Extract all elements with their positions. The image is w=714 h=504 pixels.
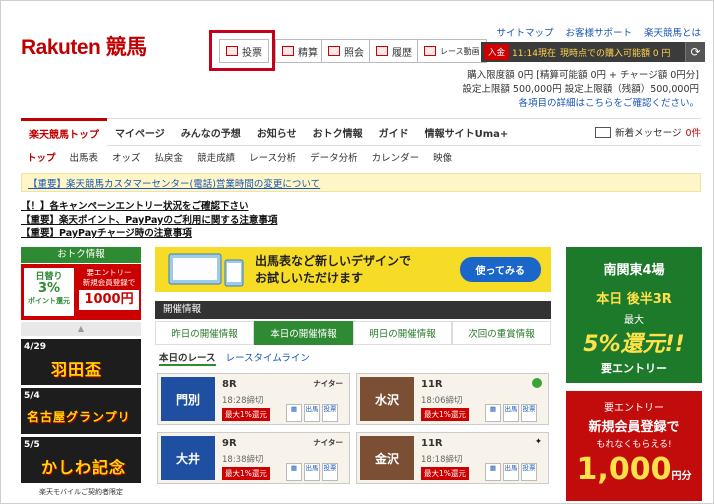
nav-mypage[interactable]: マイページ xyxy=(107,118,173,146)
subnav-calendar[interactable]: カレンダー xyxy=(372,150,420,164)
subnav-results[interactable]: 競走成績 xyxy=(197,150,235,164)
message-link[interactable]: 新着メッセージ 0件 xyxy=(595,125,701,139)
race-banner[interactable]: 4/29 羽田盃 xyxy=(21,339,141,385)
sitemap-link[interactable]: サイトマップ xyxy=(496,25,553,39)
nav-uma-plus[interactable]: 情報サイトUma+ xyxy=(417,118,517,146)
entries-link[interactable]: 出馬 xyxy=(503,404,519,422)
subnav-odds[interactable]: オッズ xyxy=(112,150,141,164)
limit-info: 購入限度額 0円 [精算可能額 0円 + チャージ額 0円分] xyxy=(467,70,699,81)
deposit-button[interactable]: 入金 xyxy=(484,44,510,60)
venue-logo-icon: ✦ xyxy=(534,437,542,447)
settle-icon xyxy=(282,46,294,56)
subnav-top[interactable]: トップ xyxy=(27,150,56,164)
history-button[interactable]: 履歴 xyxy=(369,39,419,63)
tab-today[interactable]: 本日の開催情報 xyxy=(254,321,353,345)
main-nav: 楽天競馬トップ マイページ みんなの予想 お知らせ おトク情報 ガイド 情報サイ… xyxy=(21,118,701,146)
doc-icon xyxy=(376,46,388,56)
important-notice[interactable]: 【重要】楽天競馬カスタマーセンター(電話)営業時間の変更について xyxy=(21,173,701,192)
racecard-icon[interactable]: ▦ xyxy=(286,404,302,422)
balance-bar: 入金 11:14現在 現時点での購入可能額 0 円 ⟳ xyxy=(481,42,705,62)
subnav-payouts[interactable]: 払戻金 xyxy=(155,150,184,164)
news-item[interactable]: 【重要】PayPayチャージ時の注意事項 xyxy=(21,227,277,241)
detail-link[interactable]: 各項目の詳細はこちらをご確認ください。 xyxy=(518,95,699,109)
about-link[interactable]: 楽天競馬とは xyxy=(644,25,701,39)
vote-button-highlight xyxy=(209,30,275,71)
race-card[interactable]: 金沢 11R 18:18締切 最大1%還元 ✦ ▦ 出馬 投票 xyxy=(356,432,549,484)
support-link[interactable]: お客様サポート xyxy=(565,25,632,39)
top-links: サイトマップ お客様サポート 楽天競馬とは xyxy=(496,25,701,39)
balance-time: 11:14現在 xyxy=(512,48,556,59)
subnav-video[interactable]: 映像 xyxy=(433,150,452,164)
minami-kanto-banner[interactable]: 南関東4場 本日 後半3R 最大 5%還元!! 要エントリー xyxy=(566,247,702,383)
news-list: 【！】各キャンペーンエントリー状況をご確認下さい 【重要】楽天ポイント、PayP… xyxy=(21,200,277,241)
video-icon xyxy=(424,46,436,56)
deals-heading: おトク情報 xyxy=(21,247,141,263)
page: Rakuten 競馬 サイトマップ お客様サポート 楽天競馬とは 投票 精算 照… xyxy=(0,0,714,504)
new-member-banner[interactable]: 要エントリー 新規会員登録で もれなくもらえる! 1,000円分 xyxy=(566,391,702,501)
tab-next-graded[interactable]: 次回の重賞情報 xyxy=(452,321,551,345)
news-item[interactable]: 【！】各キャンペーンエントリー状況をご確認下さい xyxy=(21,200,277,214)
rakuten-keiba-logo[interactable]: Rakuten 競馬 xyxy=(21,31,147,61)
subnav-entries[interactable]: 出馬表 xyxy=(70,150,99,164)
racecard-icon[interactable]: ▦ xyxy=(286,463,302,481)
race-banner[interactable]: 5/5 かしわ記念 xyxy=(21,437,141,483)
new-design-promo[interactable]: 出馬表など新しいデザインで お試しいただけます 使ってみる xyxy=(155,247,551,292)
race-info-tabs: 昨日の開催情報 本日の開催情報 明日の開催情報 次回の重賞情報 xyxy=(155,321,551,345)
subtab-today-races[interactable]: 本日のレース xyxy=(159,350,216,366)
racecard-icon[interactable]: ▦ xyxy=(485,404,501,422)
venue-logo-icon xyxy=(532,378,542,388)
balance-text: 現時点での購入可能額 0 円 xyxy=(559,48,671,59)
race-card[interactable]: 門別 8R 18:28締切 最大1%還元 ナイター ▦ 出馬 投票 xyxy=(157,373,350,425)
nav-predictions[interactable]: みんなの予想 xyxy=(173,118,249,146)
race-card[interactable]: 水沢 11R 18:06締切 最大1%還元 ▦ 出馬 投票 xyxy=(356,373,549,425)
race-card[interactable]: 大井 9R 18:38締切 最大1%還元 ナイター ▦ 出馬 投票 xyxy=(157,432,350,484)
vote-link[interactable]: 投票 xyxy=(322,404,338,422)
vote-link[interactable]: 投票 xyxy=(521,463,537,481)
mobile-only-note: 楽天モバイルご契約者限定 xyxy=(21,485,141,499)
subnav-data-analysis[interactable]: データ分析 xyxy=(310,150,358,164)
sub-nav: トップ 出馬表 オッズ 払戻金 競走成績 レース分析 データ分析 カレンダー 映… xyxy=(27,147,452,167)
limit-setting: 設定上限額 500,000円 設定上限額（残額）500,000円 xyxy=(462,84,699,95)
nav-news[interactable]: お知らせ xyxy=(249,118,305,146)
racecard-icon[interactable]: ▦ xyxy=(485,463,501,481)
try-it-button[interactable]: 使ってみる xyxy=(459,257,541,282)
tab-tomorrow[interactable]: 明日の開催情報 xyxy=(353,321,452,345)
subnav-race-analysis[interactable]: レース分析 xyxy=(249,150,296,164)
subtab-timeline[interactable]: レースタイムライン xyxy=(226,350,310,366)
entries-link[interactable]: 出馬 xyxy=(304,404,320,422)
refresh-icon[interactable]: ⟳ xyxy=(685,42,705,62)
inquiry-button[interactable]: 照会 xyxy=(321,39,371,63)
nav-top[interactable]: 楽天競馬トップ xyxy=(21,118,107,146)
devices-icon xyxy=(168,253,244,287)
race-video-button[interactable]: レース動画 xyxy=(417,39,487,63)
tab-yesterday[interactable]: 昨日の開催情報 xyxy=(155,321,254,345)
vote-link[interactable]: 投票 xyxy=(521,404,537,422)
carousel-up-icon[interactable]: ▲ xyxy=(21,322,141,336)
nav-guide[interactable]: ガイド xyxy=(371,118,417,146)
race-info-heading: 開催情報 xyxy=(155,301,551,319)
race-banner[interactable]: 5/4 名古屋グランプリ xyxy=(21,388,141,434)
search-doc-icon xyxy=(328,46,340,56)
news-item[interactable]: 【重要】楽天ポイント、PayPayのご利用に関する注意事項 xyxy=(21,214,277,228)
entries-link[interactable]: 出馬 xyxy=(304,463,320,481)
race-subtabs: 本日のレース レースタイムライン xyxy=(159,350,310,366)
vote-link[interactable]: 投票 xyxy=(322,463,338,481)
envelope-icon xyxy=(595,126,612,138)
daily-bonus-banner[interactable]: 日替り 3% ポイント還元 要エントリー 新規会員登録で 1000円 xyxy=(21,264,141,320)
settle-button[interactable]: 精算 xyxy=(275,39,325,63)
entries-link[interactable]: 出馬 xyxy=(503,463,519,481)
nav-deals[interactable]: おトク情報 xyxy=(305,118,371,146)
